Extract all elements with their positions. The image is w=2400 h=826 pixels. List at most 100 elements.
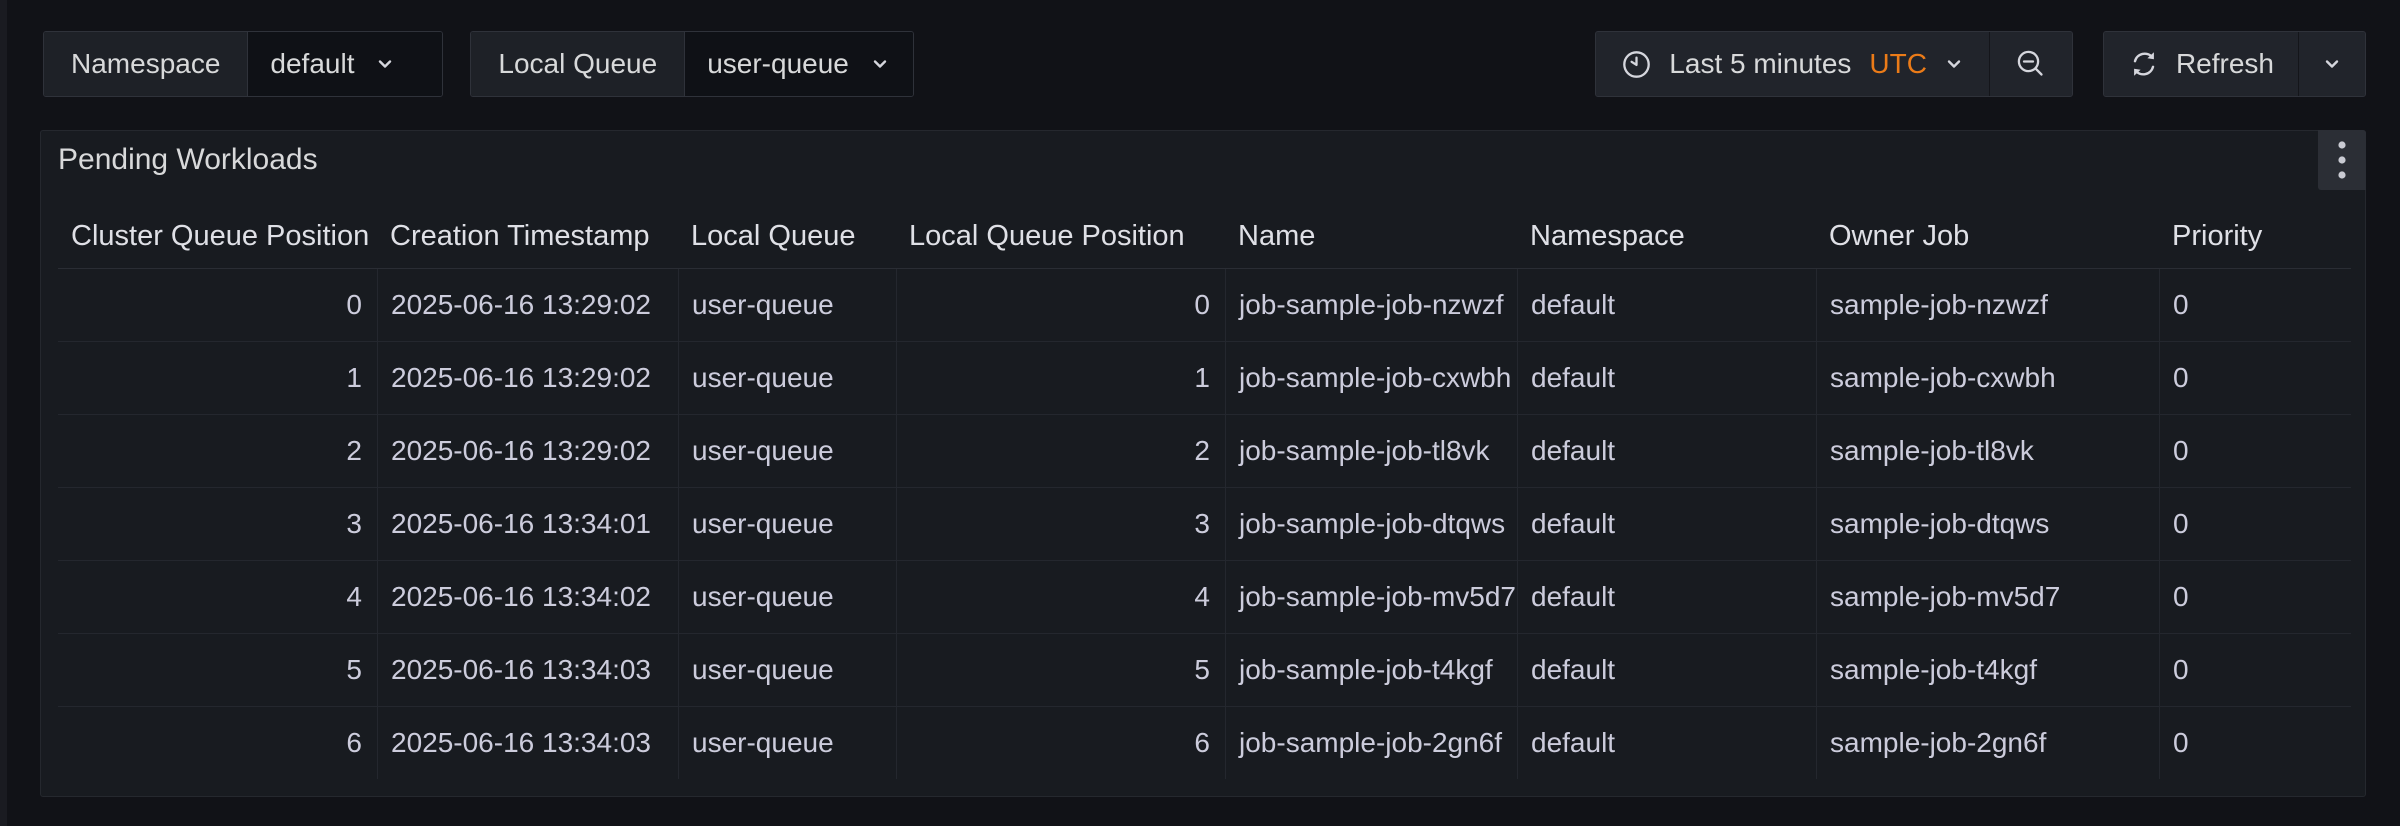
chevron-down-icon: [869, 53, 891, 75]
table-cell: default: [1517, 488, 1816, 560]
timezone-label: UTC: [1869, 48, 1927, 80]
table-cell: 0: [896, 269, 1225, 341]
variable-label-namespace: Namespace: [44, 32, 248, 96]
table-cell: 0: [2159, 707, 2351, 779]
table-cell: 6: [58, 707, 377, 779]
table-cell: 2025-06-16 13:29:02: [377, 269, 678, 341]
column-header[interactable]: Name: [1225, 218, 1517, 254]
table-cell: sample-job-2gn6f: [1816, 707, 2159, 779]
table-cell: 2025-06-16 13:34:03: [377, 707, 678, 779]
table-cell: user-queue: [678, 634, 896, 706]
table-cell: sample-job-tl8vk: [1816, 415, 2159, 487]
panel-title: Pending Workloads: [58, 143, 318, 177]
table-cell: 0: [2159, 415, 2351, 487]
column-header[interactable]: Creation Timestamp: [377, 218, 678, 254]
table-cell: 0: [2159, 488, 2351, 560]
table-cell: sample-job-dtqws: [1816, 488, 2159, 560]
table-cell: default: [1517, 707, 1816, 779]
column-header[interactable]: Local Queue Position: [896, 218, 1225, 254]
time-and-refresh-controls: Last 5 minutes UTC Refresh: [1595, 31, 2366, 97]
table-cell: sample-job-mv5d7: [1816, 561, 2159, 633]
table-cell: 0: [2159, 269, 2351, 341]
table-row: 42025-06-16 13:34:02user-queue4job-sampl…: [58, 560, 2351, 633]
column-header[interactable]: Namespace: [1517, 218, 1816, 254]
pending-workloads-panel: Pending Workloads Cluster Queue Position…: [40, 130, 2366, 797]
table-cell: 3: [896, 488, 1225, 560]
refresh-interval-caret[interactable]: [2298, 32, 2365, 96]
chevron-down-icon: [1943, 53, 1965, 75]
table-cell: 2025-06-16 13:34:03: [377, 634, 678, 706]
table-cell: 6: [896, 707, 1225, 779]
variable-picker-namespace: Namespace default: [43, 31, 443, 97]
variable-select-local-queue[interactable]: user-queue: [685, 32, 913, 96]
table-cell: 2025-06-16 13:34:01: [377, 488, 678, 560]
variable-label-local-queue: Local Queue: [471, 32, 685, 96]
table-row: 52025-06-16 13:34:03user-queue5job-sampl…: [58, 633, 2351, 706]
table-cell: 0: [2159, 342, 2351, 414]
table-row: 62025-06-16 13:34:03user-queue6job-sampl…: [58, 706, 2351, 779]
column-header[interactable]: Cluster Queue Position: [58, 218, 377, 254]
column-header[interactable]: Local Queue: [678, 218, 896, 254]
table-cell: user-queue: [678, 269, 896, 341]
table-cell: 2: [58, 415, 377, 487]
table-cell: default: [1517, 342, 1816, 414]
table-cell: default: [1517, 634, 1816, 706]
refresh-label: Refresh: [2176, 48, 2274, 80]
variable-picker-local-queue: Local Queue user-queue: [470, 31, 913, 97]
panel-menu-button[interactable]: [2318, 130, 2366, 190]
refresh-button[interactable]: Refresh: [2104, 32, 2298, 96]
table-cell: job-sample-job-dtqws: [1225, 488, 1517, 560]
chevron-down-icon: [374, 53, 396, 75]
table-cell: job-sample-job-nzwzf: [1225, 269, 1517, 341]
time-range-button[interactable]: Last 5 minutes UTC: [1596, 32, 1989, 96]
zoom-out-time-button[interactable]: [1989, 32, 2072, 96]
variable-value-namespace: default: [270, 48, 354, 80]
refresh-group: Refresh: [2103, 31, 2366, 97]
table-cell: sample-job-t4kgf: [1816, 634, 2159, 706]
table-cell: 0: [2159, 561, 2351, 633]
table-cell: 1: [896, 342, 1225, 414]
table-cell: default: [1517, 561, 1816, 633]
table-cell: 3: [58, 488, 377, 560]
table-cell: user-queue: [678, 561, 896, 633]
table-cell: 5: [58, 634, 377, 706]
zoom-out-icon: [2014, 47, 2048, 81]
table-cell: 1: [58, 342, 377, 414]
table-cell: user-queue: [678, 488, 896, 560]
table-cell: job-sample-job-tl8vk: [1225, 415, 1517, 487]
table-cell: 2025-06-16 13:29:02: [377, 342, 678, 414]
chevron-down-icon: [2321, 53, 2343, 75]
table-cell: 4: [58, 561, 377, 633]
table-row: 32025-06-16 13:34:01user-queue3job-sampl…: [58, 487, 2351, 560]
kebab-menu-icon: [2336, 139, 2348, 181]
table-cell: 0: [58, 269, 377, 341]
table-cell: job-sample-job-2gn6f: [1225, 707, 1517, 779]
table-cell: default: [1517, 415, 1816, 487]
variable-select-namespace[interactable]: default: [248, 32, 442, 96]
table-cell: user-queue: [678, 707, 896, 779]
column-header[interactable]: Owner Job: [1816, 218, 2159, 254]
column-header[interactable]: Priority: [2159, 218, 2351, 254]
table-row: 12025-06-16 13:29:02user-queue1job-sampl…: [58, 341, 2351, 414]
table-cell: 4: [896, 561, 1225, 633]
table-cell: 2: [896, 415, 1225, 487]
table-cell: user-queue: [678, 415, 896, 487]
pending-workloads-table: Cluster Queue PositionCreation Timestamp…: [58, 189, 2351, 779]
table-cell: 2025-06-16 13:29:02: [377, 415, 678, 487]
table-cell: user-queue: [678, 342, 896, 414]
table-cell: sample-job-cxwbh: [1816, 342, 2159, 414]
table-cell: job-sample-job-mv5d7: [1225, 561, 1517, 633]
refresh-sync-icon: [2128, 48, 2160, 80]
table-cell: sample-job-nzwzf: [1816, 269, 2159, 341]
time-picker-group: Last 5 minutes UTC: [1595, 31, 2073, 97]
table-cell: 0: [2159, 634, 2351, 706]
table-cell: 2025-06-16 13:34:02: [377, 561, 678, 633]
table-cell: default: [1517, 269, 1816, 341]
variable-value-local-queue: user-queue: [707, 48, 849, 80]
table-body: 02025-06-16 13:29:02user-queue0job-sampl…: [58, 269, 2351, 779]
table-cell: job-sample-job-cxwbh: [1225, 342, 1517, 414]
table-header-row: Cluster Queue PositionCreation Timestamp…: [58, 189, 2351, 269]
table-row: 02025-06-16 13:29:02user-queue0job-sampl…: [58, 269, 2351, 341]
table-cell: 5: [896, 634, 1225, 706]
panel-header: Pending Workloads: [41, 131, 2365, 189]
